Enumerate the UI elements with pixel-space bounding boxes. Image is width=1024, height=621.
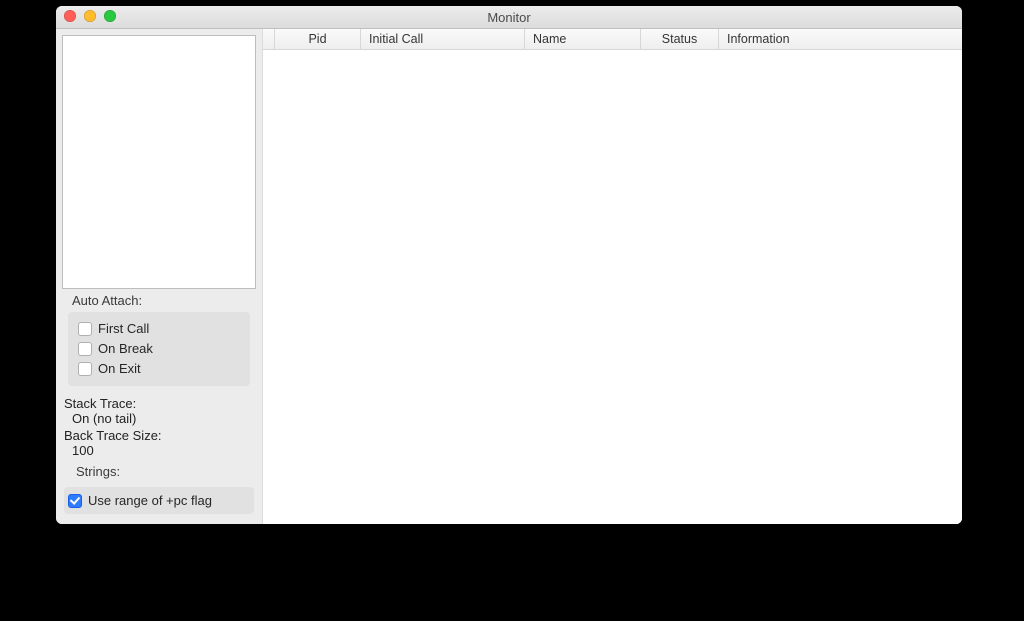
close-icon[interactable]	[64, 10, 76, 22]
column-pid[interactable]: Pid	[275, 29, 361, 49]
process-table: Pid Initial Call Name Status Information	[262, 29, 962, 524]
on-break-label: On Break	[98, 340, 153, 358]
stack-trace-value[interactable]: On (no tail)	[72, 411, 252, 426]
minimize-icon[interactable]	[84, 10, 96, 22]
on-break-checkbox[interactable]: On Break	[78, 340, 244, 358]
auto-attach-group: First Call On Break On Exit	[68, 312, 250, 386]
stack-trace-label: Stack Trace:	[64, 396, 252, 411]
checkbox-checked-icon	[68, 494, 82, 508]
auto-attach-label: Auto Attach:	[72, 293, 256, 308]
sidebar: Auto Attach: First Call On Break On Exit…	[56, 29, 262, 524]
monitor-window: Monitor Auto Attach: First Call On Break…	[56, 6, 962, 524]
table-header: Pid Initial Call Name Status Information	[263, 29, 962, 50]
window-title: Monitor	[487, 10, 530, 25]
zoom-icon[interactable]	[104, 10, 116, 22]
back-trace-label: Back Trace Size:	[64, 428, 252, 443]
titlebar: Monitor	[56, 6, 962, 29]
column-name[interactable]: Name	[525, 29, 641, 49]
use-pc-flag-label: Use range of +pc flag	[88, 493, 212, 508]
column-information[interactable]: Information	[719, 29, 962, 49]
column-status[interactable]: Status	[641, 29, 719, 49]
strings-label: Strings:	[76, 464, 256, 479]
table-body[interactable]	[263, 50, 962, 524]
on-exit-checkbox[interactable]: On Exit	[78, 360, 244, 378]
checkbox-icon	[78, 362, 92, 376]
process-tree[interactable]	[62, 35, 256, 289]
first-call-label: First Call	[98, 320, 149, 338]
use-pc-flag-checkbox[interactable]: Use range of +pc flag	[64, 487, 254, 514]
on-exit-label: On Exit	[98, 360, 141, 378]
checkbox-icon	[78, 342, 92, 356]
checkbox-icon	[78, 322, 92, 336]
traffic-lights	[64, 10, 116, 22]
column-initial-call[interactable]: Initial Call	[361, 29, 525, 49]
first-call-checkbox[interactable]: First Call	[78, 320, 244, 338]
column-handle[interactable]	[263, 29, 275, 49]
back-trace-value[interactable]: 100	[72, 443, 252, 458]
stack-trace-block: Stack Trace: On (no tail) Back Trace Siz…	[62, 394, 256, 460]
